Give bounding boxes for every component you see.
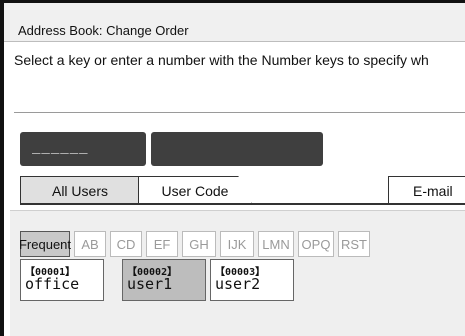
user-key-user1[interactable]: 【00002】 user1 [122,259,206,301]
index-key-rst[interactable]: RST [338,231,370,257]
index-key-opq[interactable]: OPQ [298,231,334,257]
index-key-cd[interactable]: CD [110,231,142,257]
user-name: user1 [127,275,173,293]
user-key-user2[interactable]: 【00003】 user2 [210,259,294,301]
user-name: office [25,275,80,293]
index-key-ab[interactable]: AB [74,231,106,257]
index-key-label: GH [189,236,209,252]
index-key-frequent[interactable]: Frequent [18,231,72,257]
index-key-label: OPQ [301,236,331,252]
index-key-ef[interactable]: EF [146,231,178,257]
tab-email[interactable]: E-mail [388,176,465,204]
index-key-label: EF [153,236,171,252]
tab-user-code-label: User Code [161,182,229,199]
index-key-label: CD [116,236,136,252]
tab-all-users[interactable]: All Users [20,176,140,204]
index-key-label: AB [81,236,99,252]
index-key-ijk[interactable]: IJK [220,231,254,257]
number-input-value: ______ [32,138,89,154]
frame-left [0,0,4,336]
divider [14,112,465,113]
tab-email-label: E-mail [413,182,453,199]
tab-underline [20,203,465,205]
number-input-display[interactable]: ______ [20,132,146,166]
index-key-label: IJK [227,236,247,252]
window-title: Address Book: Change Order [18,23,189,38]
tab-user-code[interactable]: User Code [138,176,252,204]
instruction-text: Select a key or enter a number with the … [14,52,429,68]
index-key-label: RST [341,236,367,252]
index-key-lmn[interactable]: LMN [258,231,294,257]
index-key-label: LMN [262,236,290,252]
tab-all-users-label: All Users [51,182,108,199]
screen: Address Book: Change Order Select a key … [0,0,465,336]
index-key-gh[interactable]: GH [182,231,216,257]
index-key-label: Frequent [18,236,72,252]
user-name: user2 [215,275,261,293]
secondary-display [151,132,323,166]
title-bar: Address Book: Change Order [4,3,465,42]
user-key-office[interactable]: 【00001】 office [20,259,104,301]
